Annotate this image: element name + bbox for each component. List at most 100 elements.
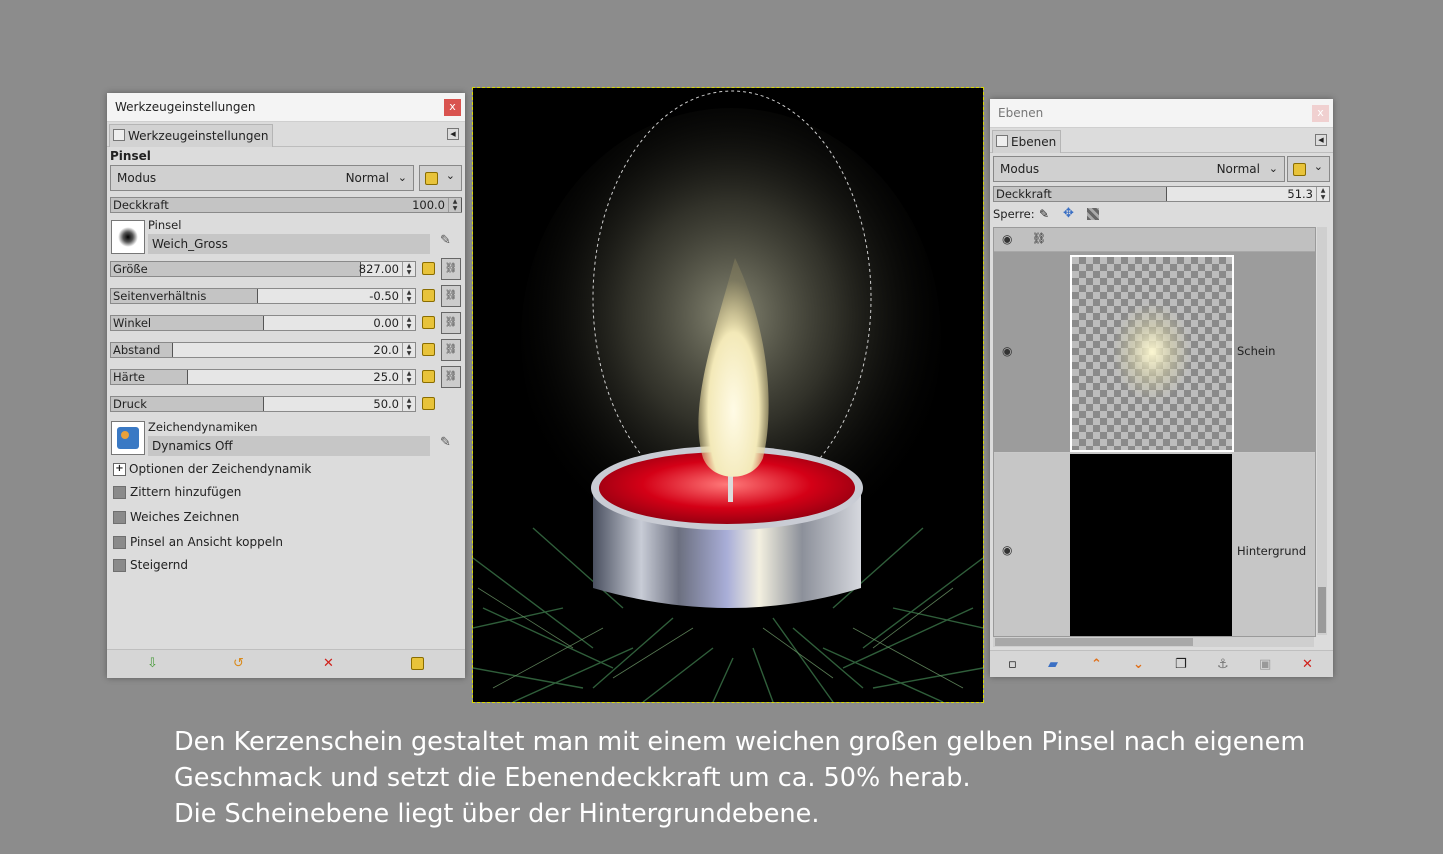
save-options-icon[interactable]: ⇩ [147, 657, 158, 671]
dynamics-preview[interactable] [111, 421, 145, 455]
spin-arrows-icon[interactable]: ▲ ▼ [402, 316, 415, 330]
checkbox[interactable] [113, 486, 126, 499]
tab-menu-icon[interactable]: ◀ [1315, 134, 1327, 146]
delete-layer-icon[interactable]: ✕ [1302, 658, 1313, 672]
layer-row[interactable]: ◉ Schein [994, 252, 1315, 452]
reset-icon[interactable] [422, 289, 435, 302]
layer-mode-value: Normal [1216, 162, 1260, 176]
reset-icon[interactable] [422, 316, 435, 329]
scrollbar-thumb[interactable] [995, 638, 1193, 646]
spin-arrows-icon[interactable]: ▲ ▼ [402, 262, 415, 276]
layers-tab-icon [996, 135, 1008, 147]
dynamics-field[interactable]: Dynamics Off [148, 436, 430, 456]
dynamics-options-toggle[interactable]: Optionen der Zeichendynamik [129, 462, 311, 476]
link-chain-icon[interactable]: ⛓ [441, 339, 461, 361]
link-chain-icon[interactable]: ⛓ [441, 258, 461, 280]
brush-label: Pinsel [148, 218, 182, 232]
layer-opacity-slider[interactable]: Deckkraft 51.3 ▲ ▼ [993, 186, 1330, 202]
anchor-layer-icon[interactable]: ⚓ [1217, 658, 1229, 672]
brush-name-field[interactable]: Weich_Gross [148, 234, 430, 254]
tool-options-titlebar[interactable]: Werkzeugeinstellungen x [107, 93, 465, 122]
checkbox-label[interactable]: Weiches Zeichnen [130, 510, 239, 524]
spin-arrows-icon[interactable]: ▲ ▼ [402, 343, 415, 357]
reset-icon[interactable] [422, 343, 435, 356]
layer-name: Hintergrund [1237, 544, 1307, 558]
lock-position-icon[interactable]: ✥ [1063, 206, 1074, 221]
slider-value: 25.0 [373, 370, 399, 384]
layer-mode-label: Modus [1000, 162, 1040, 176]
reset-icon[interactable] [422, 397, 435, 410]
reset-icon[interactable] [422, 370, 435, 383]
vertical-scrollbar[interactable] [1317, 227, 1327, 635]
chain-icon: ⛓ [1032, 232, 1046, 245]
brush-parameter-slider[interactable]: Größe 827.00 ▲ ▼ [110, 261, 416, 277]
reset-icon[interactable] [411, 657, 424, 670]
reset-icon [425, 172, 438, 185]
slider-fill [111, 262, 362, 276]
checkbox-label[interactable]: Pinsel an Ansicht koppeln [130, 535, 283, 549]
slider-value: 20.0 [373, 343, 399, 357]
brush-parameter-slider[interactable]: Abstand 20.0 ▲ ▼ [110, 342, 416, 358]
spin-arrows-icon[interactable]: ▲ ▼ [402, 397, 415, 411]
brush-parameter-slider[interactable]: Winkel 0.00 ▲ ▼ [110, 315, 416, 331]
tab-layers[interactable]: Ebenen [992, 130, 1062, 153]
new-layer-icon[interactable]: ▫ [1008, 658, 1017, 672]
brush-parameter-slider[interactable]: Härte 25.0 ▲ ▼ [110, 369, 416, 385]
reset-icon [1293, 163, 1306, 176]
chevron-down-icon: ⌄ [1268, 162, 1278, 175]
tool-options-bottom-bar: ⇩ ↺ ✕ [107, 649, 465, 678]
eye-icon[interactable]: ◉ [1002, 543, 1012, 557]
dynamics-label: Zeichendynamiken [148, 420, 258, 434]
caption-line-3: Die Scheinebene liegt über der Hintergru… [174, 799, 820, 829]
checkbox-label[interactable]: Steigernd [130, 558, 188, 572]
raise-layer-icon[interactable]: ⌃ [1091, 658, 1102, 672]
scrollbar-thumb[interactable] [1318, 587, 1326, 633]
close-button[interactable]: x [444, 99, 461, 116]
spin-arrows-icon[interactable]: ▲ ▼ [1316, 187, 1329, 201]
new-group-icon[interactable]: ▰ [1048, 658, 1058, 672]
checkbox[interactable] [113, 511, 126, 524]
chevron-down-icon: ⌄ [445, 169, 455, 182]
layer-row[interactable]: ◉ Hintergrund [994, 453, 1315, 636]
link-chain-icon[interactable]: ⛓ [441, 285, 461, 307]
checkbox[interactable] [113, 536, 126, 549]
link-chain-icon[interactable]: ⛓ [441, 312, 461, 334]
lock-paint-icon[interactable]: ✎ [1039, 207, 1049, 221]
mask-layer-icon[interactable]: ▣ [1259, 658, 1271, 672]
mode-select[interactable]: Modus Normal ⌄ [110, 165, 414, 191]
horizontal-scrollbar[interactable] [993, 637, 1314, 647]
tab-tool-options[interactable]: Werkzeugeinstellungen [109, 124, 274, 147]
slider-label: Abstand [113, 343, 161, 357]
brush-parameter-slider[interactable]: Druck 50.0 ▲ ▼ [110, 396, 416, 412]
mode-reset-button[interactable]: ⌄ [419, 165, 462, 191]
layers-titlebar[interactable]: Ebenen x [990, 99, 1333, 128]
checkbox[interactable] [113, 559, 126, 572]
tab-menu-icon[interactable]: ◀ [447, 128, 459, 140]
expand-icon[interactable]: + [113, 463, 126, 476]
layer-mode-select[interactable]: Modus Normal ⌄ [993, 156, 1285, 182]
close-button[interactable]: x [1312, 105, 1329, 122]
eye-icon[interactable]: ◉ [1002, 344, 1012, 358]
lock-label: Sperre: [993, 207, 1035, 221]
edit-icon[interactable]: ✎ [440, 234, 456, 248]
delete-icon[interactable]: ✕ [323, 657, 334, 671]
opacity-slider[interactable]: Deckkraft 100.0 ▲ ▼ [110, 197, 462, 213]
edit-icon[interactable]: ✎ [440, 436, 456, 450]
chevron-down-icon: ⌄ [1313, 160, 1323, 173]
checkbox-label[interactable]: Zittern hinzufügen [130, 485, 241, 499]
tab-label: Ebenen [1011, 135, 1057, 149]
link-chain-icon[interactable]: ⛓ [441, 366, 461, 388]
duplicate-layer-icon[interactable]: ❐ [1175, 658, 1187, 672]
lock-alpha-icon[interactable] [1087, 208, 1099, 220]
brush-preview[interactable] [111, 220, 145, 254]
image-canvas[interactable] [472, 87, 984, 703]
spin-arrows-icon[interactable]: ▲ ▼ [402, 289, 415, 303]
reset-icon[interactable] [422, 262, 435, 275]
spin-arrows-icon[interactable]: ▲ ▼ [402, 370, 415, 384]
brush-parameter-slider[interactable]: Seitenverhältnis -0.50 ▲ ▼ [110, 288, 416, 304]
layer-mode-reset-button[interactable]: ⌄ [1287, 156, 1330, 182]
restore-icon[interactable]: ↺ [233, 657, 244, 671]
lower-layer-icon[interactable]: ⌄ [1133, 658, 1144, 672]
chevron-down-icon: ⌄ [397, 171, 407, 184]
spin-arrows-icon[interactable]: ▲ ▼ [448, 198, 461, 212]
